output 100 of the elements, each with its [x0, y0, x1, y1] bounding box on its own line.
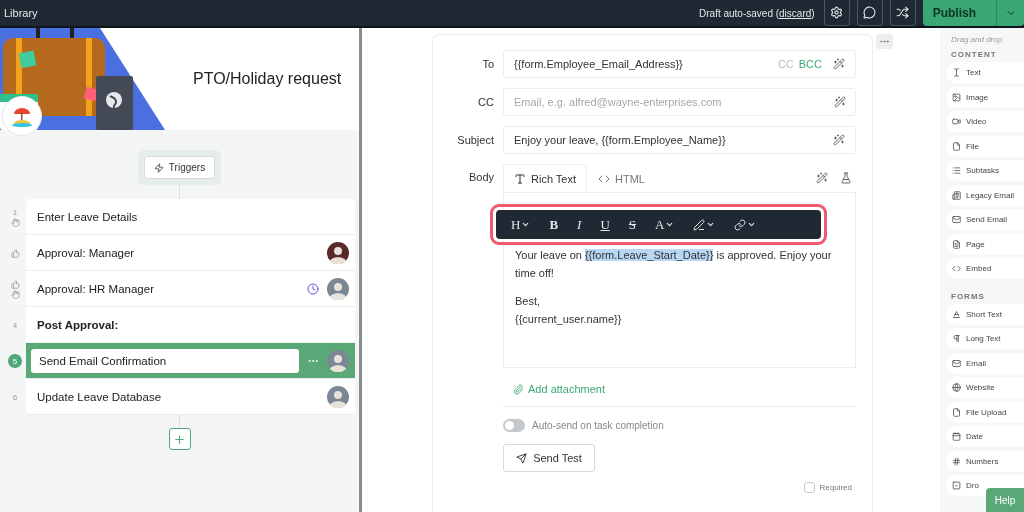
magic-wand-icon[interactable]	[816, 172, 828, 184]
step-name-field[interactable]: Send Email Confirmation	[31, 348, 299, 373]
globe-icon	[952, 383, 961, 392]
format-button[interactable]: H	[511, 216, 531, 233]
image-icon	[952, 92, 961, 102]
section-title: CONTENT	[951, 50, 998, 59]
palette-hint: Drag and drop	[951, 35, 1004, 44]
step-label: Update Leave Database	[37, 390, 163, 403]
palette-item[interactable]: Numbers	[946, 450, 1024, 472]
step-number-badge: 5	[8, 354, 22, 368]
publish-button[interactable]: Publish	[922, 0, 996, 26]
add-step-button[interactable]	[168, 428, 191, 450]
palette-item-label: Subtasks	[966, 166, 999, 175]
mail-icon	[952, 215, 961, 224]
save-status: Draft auto-saved (discard)	[699, 7, 815, 19]
palette-item[interactable]: File Upload	[946, 401, 1024, 423]
calendar-icon	[952, 432, 961, 441]
code-icon	[952, 264, 961, 273]
field-label: CC	[477, 96, 494, 108]
shuffle-icon	[896, 6, 910, 19]
settings-icon	[830, 6, 844, 19]
palette-item[interactable]: Website	[946, 377, 1024, 398]
palette-item-label: Date	[966, 432, 983, 441]
step-number: 6	[12, 392, 18, 402]
body-text: {{current_user.name}}	[515, 312, 623, 327]
palette-item-label: Page	[966, 239, 985, 249]
field-label: Body	[467, 170, 494, 183]
palette-item[interactable]: Image	[946, 86, 1024, 108]
send-test-button[interactable]: Send Test	[503, 444, 595, 472]
palette-item-label: Long Text	[966, 334, 1001, 343]
checkbox[interactable]	[803, 482, 815, 493]
step-label: Approval: Manager	[37, 246, 136, 259]
toggle-switch[interactable]	[503, 419, 525, 432]
caret-icon	[706, 220, 716, 229]
palette-item[interactable]: File	[946, 135, 1024, 157]
palette-item[interactable]: Date	[946, 426, 1024, 447]
field-label: Subject	[456, 134, 494, 146]
hash-icon	[952, 456, 961, 466]
caret-icon	[521, 220, 531, 229]
palette-item[interactable]: Video	[946, 111, 1024, 132]
magic-wand-icon[interactable]	[834, 96, 846, 108]
step-row[interactable]: Enter Leave Details	[26, 199, 355, 235]
settings-button[interactable]	[823, 0, 850, 26]
cc-field[interactable]: Email, e.g. alfred@wayne-enterprises.com	[503, 88, 856, 116]
palette-item[interactable]: Short Text	[946, 303, 1024, 325]
file-icon	[952, 141, 961, 151]
body-text: Best,	[515, 294, 542, 309]
subject-field[interactable]: Enjoy your leave, {{form.Employee_Name}}	[503, 126, 856, 154]
workflow-title: PTO/Holiday request	[193, 70, 342, 88]
triggers-button[interactable]: Triggers	[143, 156, 216, 179]
palette-item-label: Video	[966, 117, 987, 126]
chat-bubble-button[interactable]	[856, 0, 883, 26]
breadcrumb-link[interactable]: Library	[4, 7, 38, 26]
palette-item-label: Numbers	[966, 456, 999, 466]
editor-tab[interactable]: Rich Text	[503, 164, 588, 193]
palette-item[interactable]: Legacy Email	[946, 184, 1024, 206]
letter-icon	[952, 309, 961, 319]
step-row[interactable]: Update Leave Database	[26, 379, 355, 415]
palette-item[interactable]: Long Text	[946, 328, 1024, 349]
palette-item[interactable]: Subtasks	[946, 160, 1024, 181]
selected-step-row[interactable]: Send Email Confirmation	[26, 343, 355, 379]
text-icon	[514, 172, 526, 185]
magic-wand-icon[interactable]	[833, 134, 845, 146]
format-button[interactable]: S	[628, 216, 637, 233]
step-label: Enter Leave Details	[37, 210, 139, 223]
to-field[interactable]: {{form.Employee_Email_Address}} CC BCC	[503, 50, 856, 78]
step-label: Approval: HR Manager	[37, 282, 155, 295]
step-row[interactable]: Post Approval:	[26, 307, 355, 343]
palette-item-label: Embed	[966, 264, 992, 273]
shuffle-button[interactable]	[889, 0, 916, 26]
section-heading: Post Approval:	[37, 318, 120, 331]
toggle-label: Auto-send on task completion	[532, 420, 664, 431]
link-icon	[734, 218, 747, 231]
palette-item[interactable]: Text	[946, 62, 1024, 83]
link-button[interactable]	[734, 218, 757, 231]
text-cursor-icon	[952, 68, 961, 77]
palette-item[interactable]: Send Email	[946, 209, 1024, 230]
format-button[interactable]: A	[655, 216, 675, 233]
palette-item[interactable]: Page	[946, 233, 1024, 255]
step-number: 1	[12, 207, 18, 217]
magic-wand-icon[interactable]	[833, 58, 845, 70]
pen-button[interactable]	[693, 218, 716, 231]
palette-item-label: Website	[966, 383, 995, 392]
caret-icon	[747, 220, 757, 229]
format-button[interactable]: I	[577, 216, 582, 233]
step-row[interactable]: Approval: Manager	[26, 235, 355, 271]
code-icon	[598, 173, 611, 185]
palette-item-label: Legacy Email	[966, 190, 1015, 200]
newspaper-icon	[952, 190, 961, 200]
palette-item-label: Short Text	[966, 309, 1002, 319]
step-row[interactable]: Approval: HR Manager	[26, 271, 355, 307]
palette-item-label: Email	[966, 358, 986, 368]
flask-icon[interactable]	[840, 172, 852, 184]
format-button[interactable]: B	[549, 216, 559, 233]
palette-item[interactable]: Embed	[946, 258, 1024, 279]
paperclip-icon	[513, 383, 524, 395]
palette-item-label: Image	[966, 92, 989, 102]
list-icon	[952, 166, 961, 175]
format-button[interactable]: U	[600, 216, 610, 233]
palette-item[interactable]: Email	[946, 352, 1024, 374]
